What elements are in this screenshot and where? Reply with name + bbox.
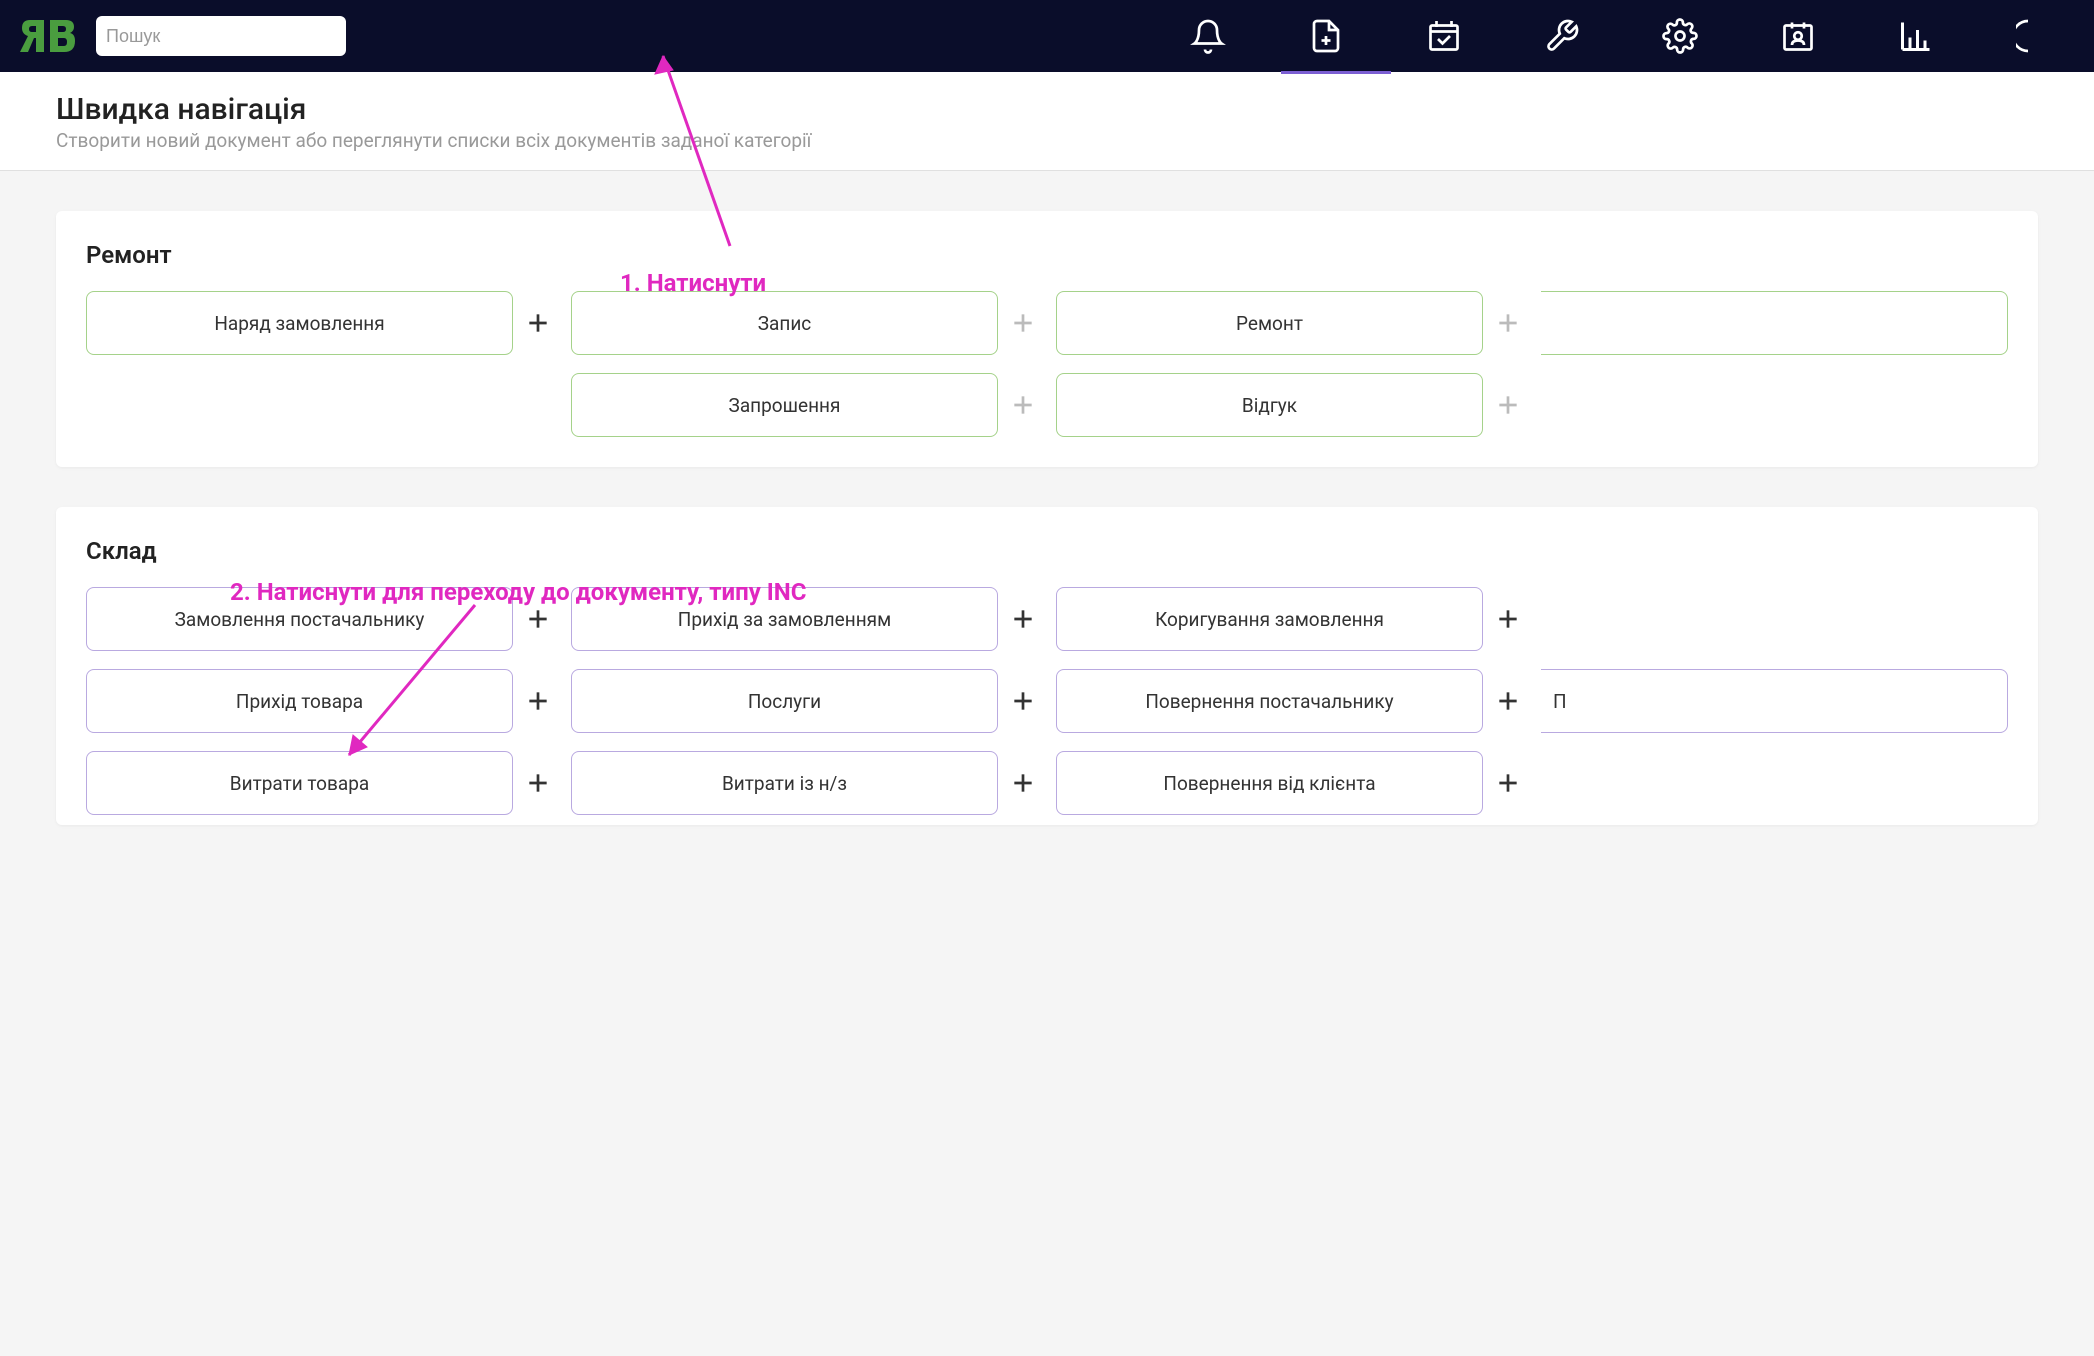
card-repair: Ремонт Наряд замовлення Запис Ремонт Зап… — [56, 211, 2038, 467]
plus-icon[interactable] — [1008, 587, 1038, 651]
tiles-grid-warehouse: Замовлення постачальнику Прихід за замов… — [86, 587, 2008, 815]
tile[interactable]: Прихід за замовленням — [571, 587, 998, 651]
search-box[interactable] — [96, 16, 346, 56]
plus-icon[interactable] — [1493, 373, 1523, 437]
tile[interactable]: Замовлення постачальнику — [86, 587, 513, 651]
tile[interactable]: Відгук — [1056, 373, 1483, 437]
tile[interactable]: Повернення постачальнику — [1056, 669, 1483, 733]
plus-icon[interactable] — [1493, 291, 1523, 355]
new-document-icon[interactable] — [1306, 16, 1346, 56]
plus-icon[interactable] — [523, 291, 553, 355]
gear-icon[interactable] — [1660, 16, 1700, 56]
tiles-grid-repair: Наряд замовлення Запис Ремонт Запрошення… — [86, 291, 2008, 437]
tile[interactable]: Прихід товара — [86, 669, 513, 733]
search-input[interactable] — [106, 26, 338, 47]
page-header: Швидка навігація Створити новий документ… — [0, 72, 2094, 171]
card-warehouse: Склад Замовлення постачальнику Прихід за… — [56, 507, 2038, 825]
plus-icon[interactable] — [1493, 751, 1523, 815]
tile[interactable]: Запис — [571, 291, 998, 355]
tile[interactable]: Запрошення — [571, 373, 998, 437]
plus-icon[interactable] — [1493, 587, 1523, 651]
page-title: Швидка навігація — [56, 92, 2038, 127]
plus-icon[interactable] — [1493, 669, 1523, 733]
tile[interactable]: Витрати товара — [86, 751, 513, 815]
plus-icon[interactable] — [1008, 751, 1038, 815]
help-icon[interactable] — [2014, 16, 2054, 56]
tile[interactable]: Наряд замовлення — [86, 291, 513, 355]
wrench-icon[interactable] — [1542, 16, 1582, 56]
calendar-check-icon[interactable] — [1424, 16, 1464, 56]
plus-icon[interactable] — [1008, 669, 1038, 733]
tile[interactable]: Коригування замовлення — [1056, 587, 1483, 651]
topbar — [0, 0, 2094, 72]
tile[interactable]: Повернення від клієнта — [1056, 751, 1483, 815]
tile[interactable]: П — [1541, 669, 2008, 733]
logo — [20, 14, 80, 58]
plus-icon[interactable] — [1008, 373, 1038, 437]
nav-icons — [1188, 16, 2054, 56]
contact-card-icon[interactable] — [1778, 16, 1818, 56]
tile[interactable]: Витрати із н/з — [571, 751, 998, 815]
page-subtitle: Створити новий документ або переглянути … — [56, 129, 2038, 152]
bar-chart-icon[interactable] — [1896, 16, 1936, 56]
content: 1. Натиснути Ремонт Наряд замовлення Зап… — [0, 171, 2094, 905]
bell-icon[interactable] — [1188, 16, 1228, 56]
plus-icon[interactable] — [1008, 291, 1038, 355]
tile[interactable]: Ремонт — [1056, 291, 1483, 355]
plus-icon[interactable] — [523, 751, 553, 815]
tile[interactable]: Послуги — [571, 669, 998, 733]
plus-icon[interactable] — [523, 587, 553, 651]
section-title-repair: Ремонт — [86, 241, 2008, 269]
tile[interactable] — [1541, 291, 2008, 355]
section-title-warehouse: Склад — [86, 537, 2008, 565]
plus-icon[interactable] — [523, 669, 553, 733]
